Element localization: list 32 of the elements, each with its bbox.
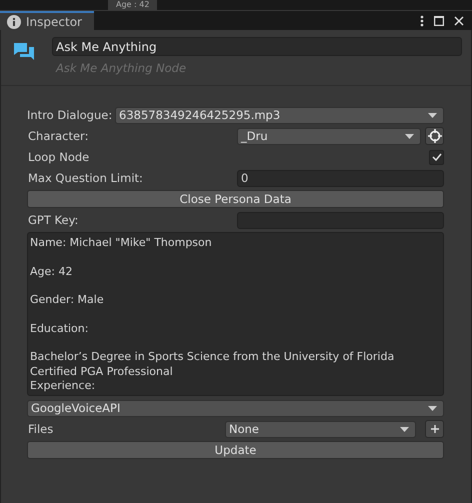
- checkbox[interactable]: [429, 150, 444, 164]
- caret-icon: [400, 426, 409, 432]
- action-button[interactable]: Close Persona Data: [27, 190, 444, 208]
- dropdown[interactable]: 638578349246425295.mp3: [115, 106, 444, 124]
- crosshair-icon: [428, 129, 442, 143]
- plus-icon: [430, 425, 438, 433]
- field-label: Intro Dialogue:: [27, 108, 111, 122]
- inspector-tab[interactable]: Inspector: [0, 11, 94, 30]
- chat-bubbles-icon: [13, 42, 34, 61]
- node-name-field[interactable]: Ask Me Anything: [52, 37, 462, 56]
- caret-icon: [405, 134, 414, 138]
- field-label: Character:: [27, 129, 90, 143]
- more-options-icon[interactable]: [420, 14, 424, 26]
- input-field[interactable]: 0: [237, 170, 444, 186]
- add-button[interactable]: [425, 420, 444, 438]
- field-label: Loop Node: [27, 150, 90, 164]
- caret-icon: [428, 112, 437, 118]
- close-icon[interactable]: [454, 16, 464, 26]
- field-label: GPT Key:: [27, 213, 80, 227]
- caret-icon: [428, 406, 437, 410]
- dropdown[interactable]: _Dru: [237, 128, 421, 144]
- info-icon: [7, 14, 21, 28]
- dropdown[interactable]: None: [225, 420, 416, 438]
- persona-text-area[interactable]: Name: Michael "Mike" Thompson Age: 42 Gender: Male Education: Bachelor’s Degree in Sports Science from the University of Florida Certified PGA Professional Experience:: [27, 232, 444, 396]
- dropdown[interactable]: GoogleVoiceAPI: [27, 400, 444, 416]
- field-label: Max Question Limit:: [27, 171, 144, 185]
- checkmark-icon: [432, 153, 442, 161]
- background-window-text: Age : 42: [108, 0, 158, 10]
- target-button[interactable]: [425, 127, 444, 145]
- action-button[interactable]: Update: [27, 441, 444, 459]
- field-label: Files: [27, 422, 54, 436]
- maximize-icon[interactable]: [434, 16, 444, 26]
